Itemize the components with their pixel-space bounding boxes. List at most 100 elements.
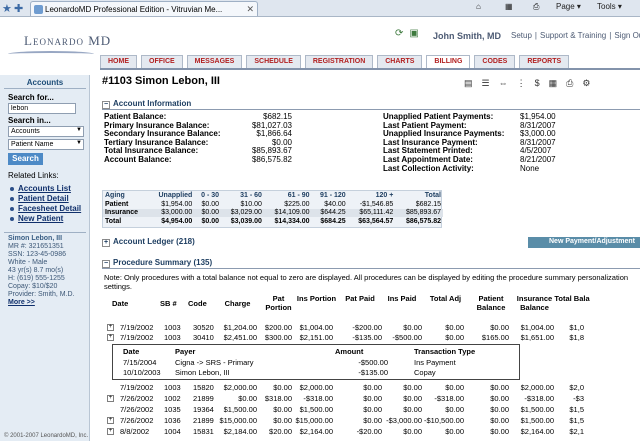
page-menu[interactable]: Page ▾ <box>556 2 581 11</box>
search-in-select[interactable]: Accounts ▼ <box>8 126 84 137</box>
tools-menu[interactable]: Tools ▾ <box>597 2 622 11</box>
procedure-cell: 7/19/2002 <box>120 333 154 342</box>
tab-registration[interactable]: REGISTRATION <box>304 55 374 69</box>
aging-cell: $3,000.00 <box>161 209 193 217</box>
home-icon[interactable]: ⌂ <box>476 2 481 11</box>
page-menu-label: Page <box>556 2 575 11</box>
chevron-down-icon: ▼ <box>76 127 82 133</box>
collapse-icon[interactable]: ⇔ <box>499 78 508 88</box>
info-label: Account Balance: <box>104 154 172 164</box>
collapse-icon[interactable]: − <box>102 101 110 109</box>
dollar-icon[interactable]: $ <box>535 78 540 88</box>
print-icon[interactable]: ⎙ <box>566 78 573 88</box>
payment-detail-cell: Copay <box>414 368 436 377</box>
account-info-header[interactable]: − Account Information <box>102 99 640 110</box>
new-payment-button[interactable]: New Payment/Adjustment <box>528 237 640 248</box>
procedure-cell: $0.00 <box>445 383 464 392</box>
expand-icon[interactable]: + <box>107 395 114 402</box>
procedure-cell: $2,000.00 <box>520 383 554 392</box>
expand-icon[interactable]: + <box>107 417 114 424</box>
aging-cell: Total <box>105 217 122 225</box>
tab-codes[interactable]: CODES <box>474 55 516 69</box>
procedure-cell: -$20.00 <box>356 427 382 436</box>
app-logo[interactable]: Leonardo MD <box>24 33 111 49</box>
search-in-value: Accounts <box>11 128 40 135</box>
payment-detail-col: Transaction Type <box>414 347 476 356</box>
accounts-list-link[interactable]: Accounts List <box>10 184 81 194</box>
new-patient-link[interactable]: New Patient <box>10 214 81 224</box>
search-field-value: Patient Name <box>11 141 54 148</box>
edit-icon[interactable]: ▤ <box>464 78 473 88</box>
browser-tab[interactable]: LeonardoMD Professional Edition - Vitruv… <box>30 1 258 16</box>
search-field-select[interactable]: Patient Name ▼ <box>8 139 84 150</box>
procedure-row[interactable]: +7/26/2002 1036 21899 $15,000.00 $0.00 $15,00… <box>104 416 640 426</box>
procedure-row[interactable]: 7/26/2002 1035 19364 $1,500.00 $0.00 $1,500.0… <box>104 405 640 415</box>
aging-col-header: 0 - 30 <box>201 192 220 199</box>
expand-icon[interactable]: + <box>102 239 110 247</box>
list-icon[interactable]: ☰ <box>482 78 490 88</box>
tab-home[interactable]: HOME <box>100 55 137 69</box>
tab-favicon-icon <box>34 5 43 14</box>
procedure-row[interactable]: 7/19/2002 1003 15820 $2,000.00 $0.00 $2,000.0… <box>104 383 640 393</box>
tab-schedule[interactable]: SCHEDULE <box>246 55 301 69</box>
lock-icon[interactable]: ▣ <box>409 28 418 39</box>
aging-col-header: 31 - 60 <box>240 192 262 199</box>
aging-row: Insurance $3,000.00 $0.00 $3,029.00 $14,109.… <box>103 208 443 217</box>
search-input[interactable] <box>8 103 76 114</box>
print-icon[interactable]: ⎙ <box>533 2 539 12</box>
procedure-cell: $318.00 <box>264 394 292 403</box>
collapse-icon[interactable]: − <box>102 260 110 268</box>
procedure-col-header: SB # <box>160 299 177 308</box>
header-icons: ⟳ ▣ <box>395 28 425 39</box>
procedure-row[interactable]: +7/19/2002 1003 30520 $1,204.00 $200.00 $1,00… <box>104 323 640 333</box>
add-favorite-icon[interactable]: ✚ <box>14 2 23 15</box>
expand-icon[interactable]: + <box>107 334 114 341</box>
activity-info: Unapplied Patient Payments: $1,954.00 Last… <box>383 112 556 173</box>
tab-messages[interactable]: MESSAGES <box>186 55 243 69</box>
search-button[interactable]: Search <box>8 153 43 165</box>
procedure-cell: $200.00 <box>264 323 292 332</box>
ledger-header[interactable]: + Account Ledger (218) <box>102 237 526 248</box>
tab-close-icon[interactable]: ✕ <box>246 4 254 15</box>
aging-col-header: 91 - 120 <box>320 192 346 199</box>
settings-icon[interactable]: ⚙ <box>582 78 590 88</box>
procedure-cell: $0.00 <box>490 427 509 436</box>
procedure-cell: $2,451.00 <box>223 333 257 342</box>
procedure-col-header: Date <box>112 299 129 308</box>
procedure-cell: 7/26/2002 <box>120 416 154 425</box>
procedure-cell: $2,000.00 <box>223 383 257 392</box>
facesheet-detail-link[interactable]: Facesheet Detail <box>10 204 81 214</box>
expand-icon[interactable]: + <box>107 324 114 331</box>
signout-link[interactable]: Sign Ou <box>614 31 640 40</box>
procedure-cell: $0.00 <box>445 323 464 332</box>
patient-provider: Provider: Smith, M.D. <box>8 291 75 298</box>
procedure-cell: $0.00 <box>445 333 464 342</box>
setup-link[interactable]: Setup <box>511 31 532 40</box>
tree-icon[interactable]: ⋮ <box>517 78 526 88</box>
procedure-row[interactable]: +8/8/2002 1004 15831 $2,184.00 $20.00 $2,164.… <box>104 427 640 437</box>
procedure-row[interactable]: +7/19/2002 1003 30410 $2,451.00 $300.00 $2,15… <box>104 333 640 343</box>
ledger-title: Account Ledger (218) <box>113 237 195 246</box>
patient-detail-link[interactable]: Patient Detail <box>10 194 81 204</box>
payment-detail: Date Payer Amount Transaction Type 7/15/2004… <box>112 344 520 380</box>
more-link[interactable]: More >> <box>8 299 86 307</box>
procedure-cell: 30520 <box>193 323 214 332</box>
tab-charts[interactable]: CHARTS <box>377 55 423 69</box>
procedure-row[interactable]: +7/26/2002 1002 21899 $0.00 $318.00 -$318.00 $… <box>104 394 640 404</box>
calendar-icon[interactable]: ▦ <box>549 78 558 88</box>
favorites-star-icon[interactable]: ★ <box>2 2 12 15</box>
support-link[interactable]: Support & Training <box>540 31 606 40</box>
procedure-cell: $0.00 <box>490 405 509 414</box>
aging-cell: $0.00 <box>201 217 220 225</box>
feeds-icon[interactable]: ▦ <box>505 2 513 11</box>
tab-billing[interactable]: BILLING <box>426 55 471 69</box>
chevron-down-icon: ▼ <box>76 140 82 146</box>
main-content: #1103 Simon Lebon, III ▤ ☰ ⇔ ⋮ $ ▦ ⎙ ⚙ − Account… <box>92 75 640 441</box>
refresh-icon[interactable]: ⟳ <box>395 28 403 39</box>
tab-reports[interactable]: REPORTS <box>519 55 570 69</box>
procedure-header[interactable]: − Procedure Summary (135) <box>102 258 640 269</box>
main-nav: HOME OFFICE MESSAGES SCHEDULE REGISTRATI… <box>100 55 573 69</box>
tab-office[interactable]: OFFICE <box>141 55 183 69</box>
expand-icon[interactable]: + <box>107 428 114 435</box>
payment-detail-header: Date Payer Amount Transaction Type <box>113 347 521 357</box>
